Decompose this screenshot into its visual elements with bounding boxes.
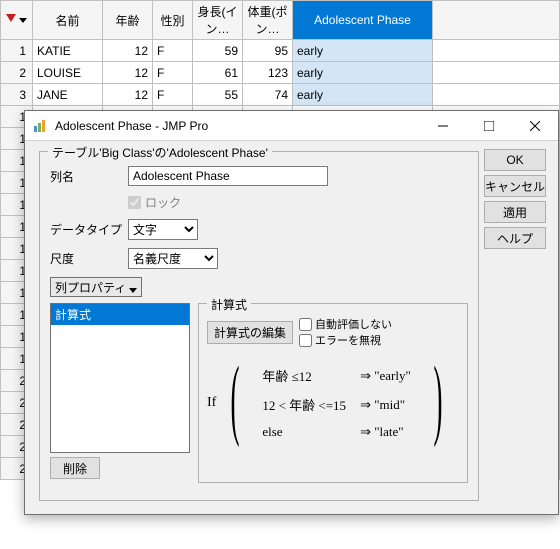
titlebar[interactable]: Adolescent Phase - JMP Pro (25, 111, 558, 141)
help-button[interactable]: ヘルプ (484, 227, 546, 249)
cancel-button[interactable]: キャンセル (484, 175, 546, 197)
ignore-error-checkbox[interactable] (299, 334, 312, 347)
dialog-title: Adolescent Phase - JMP Pro (55, 119, 420, 133)
maximize-button[interactable] (466, 111, 512, 141)
app-icon (33, 118, 49, 134)
auto-eval-checkbox[interactable] (299, 318, 312, 331)
col-age[interactable]: 年齢 (103, 1, 153, 40)
ok-button[interactable]: OK (484, 149, 546, 171)
formula-group: 計算式 計算式の編集 自動評価しない エラーを無視 If ( 年齢 ≤12⇒ "… (198, 303, 468, 483)
edit-formula-button[interactable]: 計算式の編集 (207, 321, 293, 344)
colname-input[interactable] (128, 166, 328, 186)
table-row[interactable]: 3JANE12F5574early (1, 84, 560, 106)
minimize-button[interactable] (420, 111, 466, 141)
dropdown-icon (19, 13, 27, 21)
group-title: テーブル'Big Class'の'Adolescent Phase' (48, 144, 272, 161)
scale-label: 尺度 (50, 250, 128, 267)
formula-title: 計算式 (207, 296, 251, 313)
close-button[interactable] (512, 111, 558, 141)
lock-label: ロック (145, 194, 181, 211)
colname-label: 列名 (50, 168, 128, 185)
col-sex[interactable]: 性別 (153, 1, 193, 40)
property-item-formula[interactable]: 計算式 (51, 304, 189, 325)
apply-button[interactable]: 適用 (484, 201, 546, 223)
column-property-button[interactable]: 列プロパティ (50, 277, 142, 297)
datatype-select[interactable]: 文字 (128, 219, 198, 240)
formula-display: If ( 年齢 ≤12⇒ "early" 12 < 年齢 <=15⇒ "mid"… (207, 358, 459, 448)
red-triangle-icon (6, 14, 16, 24)
table-row[interactable]: 2LOUISE12F61123early (1, 62, 560, 84)
col-height[interactable]: 身長(イン… (193, 1, 243, 40)
column-group: テーブル'Big Class'の'Adolescent Phase' 列名 ロッ… (39, 151, 479, 501)
property-list[interactable]: 計算式 (50, 303, 190, 453)
col-name[interactable]: 名前 (33, 1, 103, 40)
column-info-dialog: Adolescent Phase - JMP Pro OK キャンセル 適用 ヘ… (24, 110, 559, 515)
dropdown-icon (129, 283, 137, 291)
col-blank (433, 1, 560, 40)
col-weight[interactable]: 体重(ポン… (243, 1, 293, 40)
lock-checkbox (128, 196, 141, 209)
corner-menu[interactable] (1, 1, 33, 40)
table-row[interactable]: 1KATIE12F5995early (1, 40, 560, 62)
delete-button[interactable]: 削除 (50, 457, 100, 479)
col-phase[interactable]: Adolescent Phase (293, 1, 433, 40)
datatype-label: データタイプ (50, 221, 128, 238)
scale-select[interactable]: 名義尺度 (128, 248, 218, 269)
